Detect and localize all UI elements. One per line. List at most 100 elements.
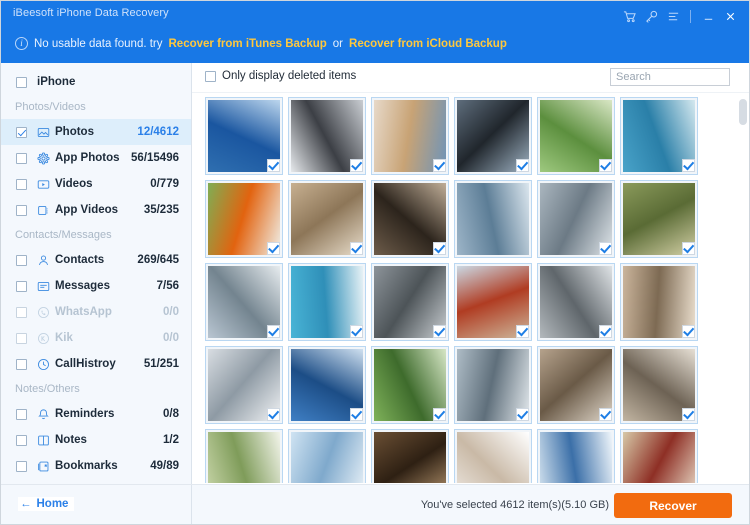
item-checkbox[interactable] xyxy=(16,255,27,266)
search-input[interactable] xyxy=(610,68,730,86)
thumb-glass-office[interactable] xyxy=(454,180,532,258)
thumbnail-check-icon[interactable] xyxy=(682,408,695,421)
thumbnail-check-icon[interactable] xyxy=(599,408,612,421)
thumbnail-check-icon[interactable] xyxy=(267,408,280,421)
thumbnail-check-icon[interactable] xyxy=(267,242,280,255)
thumbnail-check-icon[interactable] xyxy=(433,408,446,421)
thumb-couple-smiling[interactable] xyxy=(288,180,366,258)
thumb-tower-sky[interactable] xyxy=(537,429,615,483)
cart-icon[interactable] xyxy=(618,6,640,26)
item-checkbox[interactable] xyxy=(16,153,27,164)
messages-icon xyxy=(34,280,52,293)
thumbnail-check-icon[interactable] xyxy=(350,242,363,255)
only-deleted-checkbox[interactable] xyxy=(205,71,216,82)
thumb-family-picnic[interactable] xyxy=(205,429,283,483)
thumbnail-check-icon[interactable] xyxy=(516,325,529,338)
thumbnail-check-icon[interactable] xyxy=(682,242,695,255)
thumb-pool-resort[interactable] xyxy=(205,97,283,175)
thumb-family-dog[interactable] xyxy=(371,97,449,175)
sidebar-item-messages[interactable]: Messages7/56 xyxy=(1,273,191,299)
item-checkbox[interactable] xyxy=(16,359,27,370)
thumbnail-check-icon[interactable] xyxy=(350,159,363,172)
thumb-lobby-interior[interactable] xyxy=(620,429,698,483)
sidebar-item-videos[interactable]: Videos0/779 xyxy=(1,171,191,197)
thumb-concrete-museum[interactable] xyxy=(371,263,449,341)
sidebar-item-count: 0/0 xyxy=(163,306,179,318)
thumb-crowd-street[interactable] xyxy=(537,346,615,424)
sidebar-item-photos[interactable]: Photos12/4612 xyxy=(1,119,191,145)
thumb-green-garden[interactable] xyxy=(371,346,449,424)
sidebar-item-count: 0/8 xyxy=(163,408,179,420)
sidebar-item-notes[interactable]: Notes1/2 xyxy=(1,427,191,453)
thumb-expo-hall[interactable] xyxy=(371,429,449,483)
thumbnail-check-icon[interactable] xyxy=(682,159,695,172)
thumbnail-check-icon[interactable] xyxy=(267,159,280,172)
thumb-atrium-hall[interactable] xyxy=(454,346,532,424)
thumbnail-check-icon[interactable] xyxy=(516,159,529,172)
title-bar: iBeesoft iPhone Data Recovery xyxy=(1,1,750,63)
thumbnail-check-icon[interactable] xyxy=(267,325,280,338)
gallery-toolbar: Only display deleted items xyxy=(192,63,750,93)
item-checkbox[interactable] xyxy=(16,127,27,138)
thumbnail-check-icon[interactable] xyxy=(599,242,612,255)
thumbnail-check-icon[interactable] xyxy=(433,325,446,338)
thumb-shopfront-street[interactable] xyxy=(537,263,615,341)
thumb-red-pavilion[interactable] xyxy=(454,263,532,341)
menu-icon[interactable] xyxy=(662,6,684,26)
sidebar-item-contacts[interactable]: Contacts269/645 xyxy=(1,247,191,273)
thumb-dark-building[interactable] xyxy=(454,97,532,175)
thumb-modern-facade[interactable] xyxy=(537,180,615,258)
sidebar-item-label: Notes xyxy=(55,434,87,446)
minimize-button[interactable] xyxy=(697,6,719,26)
close-button[interactable] xyxy=(719,6,741,26)
scrollbar-thumb[interactable] xyxy=(739,99,747,125)
thumbnail-check-icon[interactable] xyxy=(350,408,363,421)
itunes-backup-link[interactable]: Recover from iTunes Backup xyxy=(169,38,327,50)
thumb-father-son[interactable] xyxy=(620,263,698,341)
iphone-checkbox[interactable] xyxy=(16,77,27,88)
thumb-family-portrait[interactable] xyxy=(454,429,532,483)
footer-left: ← Home xyxy=(1,485,192,525)
only-deleted-toggle[interactable]: Only display deleted items xyxy=(205,70,356,82)
sidebar-item-app-photos[interactable]: App Photos56/15496 xyxy=(1,145,191,171)
item-checkbox[interactable] xyxy=(16,179,27,190)
icloud-backup-link[interactable]: Recover from iCloud Backup xyxy=(349,38,507,50)
item-checkbox[interactable] xyxy=(16,435,27,446)
thumb-woman-laptop[interactable] xyxy=(205,346,283,424)
thumbnail-check-icon[interactable] xyxy=(516,408,529,421)
item-checkbox[interactable] xyxy=(16,461,27,472)
thumb-beach-family[interactable] xyxy=(288,263,366,341)
sidebar-item-bookmarks[interactable]: Bookmarks49/89 xyxy=(1,453,191,479)
sidebar-item-app-videos[interactable]: App Videos35/235 xyxy=(1,197,191,223)
sidebar-item-iphone[interactable]: iPhone xyxy=(1,69,191,95)
sidebar-item-callhistroy[interactable]: CallHistroy51/251 xyxy=(1,351,191,377)
thumbnail-check-icon[interactable] xyxy=(350,325,363,338)
thumb-seaside-villas[interactable] xyxy=(620,97,698,175)
key-icon[interactable] xyxy=(640,6,662,26)
thumbnail-check-icon[interactable] xyxy=(433,242,446,255)
thumbnail-check-icon[interactable] xyxy=(599,325,612,338)
thumbnail-check-icon[interactable] xyxy=(433,159,446,172)
recover-button[interactable]: Recover xyxy=(614,493,732,518)
thumbnail-check-icon[interactable] xyxy=(599,159,612,172)
thumb-skyscraper-blue[interactable] xyxy=(288,346,366,424)
thumb-wedding-umbrella[interactable] xyxy=(205,180,283,258)
item-checkbox[interactable] xyxy=(16,281,27,292)
notice-separator: or xyxy=(333,38,343,50)
item-checkbox[interactable] xyxy=(16,205,27,216)
thumb-harbor-boat[interactable] xyxy=(288,429,366,483)
thumb-family-outdoor[interactable] xyxy=(537,97,615,175)
thumb-metal-sculpture[interactable] xyxy=(288,97,366,175)
thumb-office-team[interactable] xyxy=(205,263,283,341)
scrollbar-track[interactable] xyxy=(738,97,747,479)
thumb-mall-interior[interactable] xyxy=(620,346,698,424)
sidebar-item-count: 269/645 xyxy=(137,254,179,266)
thumbnail-check-icon[interactable] xyxy=(682,325,695,338)
sidebar-item-reminders[interactable]: Reminders0/8 xyxy=(1,401,191,427)
thumb-airport-lounge[interactable] xyxy=(371,180,449,258)
sidebar-item-label: Videos xyxy=(55,178,93,190)
thumb-girl-field[interactable] xyxy=(620,180,698,258)
item-checkbox[interactable] xyxy=(16,409,27,420)
selection-summary: You've selected 4612 item(s)(5.10 GB) xyxy=(421,499,609,511)
home-button[interactable]: ← Home xyxy=(18,497,74,511)
